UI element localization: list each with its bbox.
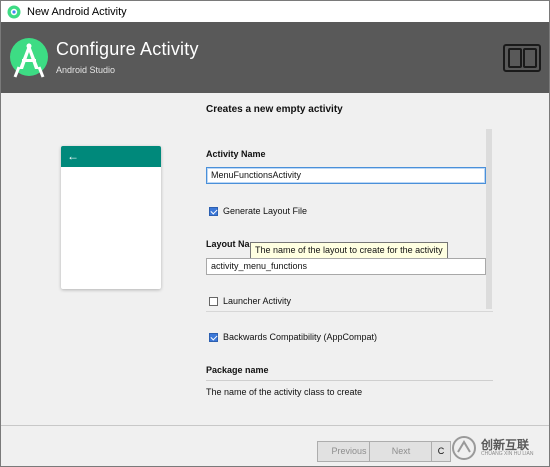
footer-divider xyxy=(1,425,549,426)
header-banner: Configure Activity Android Studio xyxy=(1,22,549,93)
help-text: The name of the activity class to create xyxy=(206,387,363,397)
backwards-compat-label: Backwards Compatibility (AppCompat) xyxy=(223,332,378,342)
layout-name-input[interactable]: activity_menu_functions xyxy=(206,258,486,275)
launcher-activity-checkbox-row[interactable]: Launcher Activity xyxy=(209,296,291,306)
android-studio-icon xyxy=(7,5,21,18)
next-button[interactable]: Next xyxy=(369,441,433,462)
device-frame-icon xyxy=(503,44,541,72)
launcher-activity-checkbox[interactable] xyxy=(209,296,218,306)
generate-layout-label: Generate Layout File xyxy=(223,206,308,216)
backwards-compat-checkbox-row[interactable]: Backwards Compatibility (AppCompat) xyxy=(209,332,377,342)
back-arrow-icon: ← xyxy=(67,149,79,163)
package-name-label: Package name xyxy=(206,365,269,375)
generate-layout-checkbox[interactable] xyxy=(209,206,218,216)
cancel-button[interactable]: C xyxy=(431,441,451,462)
watermark-logo: 创新互联 CHUANG XIN HU LIAN xyxy=(451,431,549,465)
section-title: Creates a new empty activity xyxy=(206,104,343,115)
form-divider xyxy=(206,311,493,312)
generate-layout-checkbox-row[interactable]: Generate Layout File xyxy=(209,206,307,216)
watermark-text: 创新互联 xyxy=(481,438,530,452)
title-bar: New Android Activity xyxy=(1,1,549,22)
banner-title: Configure Activity xyxy=(56,39,199,59)
watermark-subtext: CHUANG XIN HU LIAN xyxy=(481,451,534,457)
window-title: New Android Activity xyxy=(27,5,127,18)
activity-name-label: Activity Name xyxy=(206,149,266,159)
android-studio-logo-icon xyxy=(10,38,48,78)
launcher-activity-label: Launcher Activity xyxy=(223,296,292,306)
activity-name-input[interactable]: MenuFunctionsActivity xyxy=(206,167,486,184)
preview-app-bar: ← xyxy=(61,146,161,167)
form-scrollbar[interactable] xyxy=(486,129,492,309)
layout-name-label: Layout Na xyxy=(206,239,250,249)
backwards-compat-checkbox[interactable] xyxy=(209,332,218,342)
activity-preview: ← xyxy=(61,146,161,289)
banner-subtitle: Android Studio xyxy=(56,65,116,75)
watermark-icon xyxy=(452,436,476,460)
help-divider xyxy=(206,380,493,381)
layout-name-tooltip: The name of the layout to create for the… xyxy=(250,242,448,262)
new-activity-window: New Android Activity Configure Activity … xyxy=(0,0,550,467)
